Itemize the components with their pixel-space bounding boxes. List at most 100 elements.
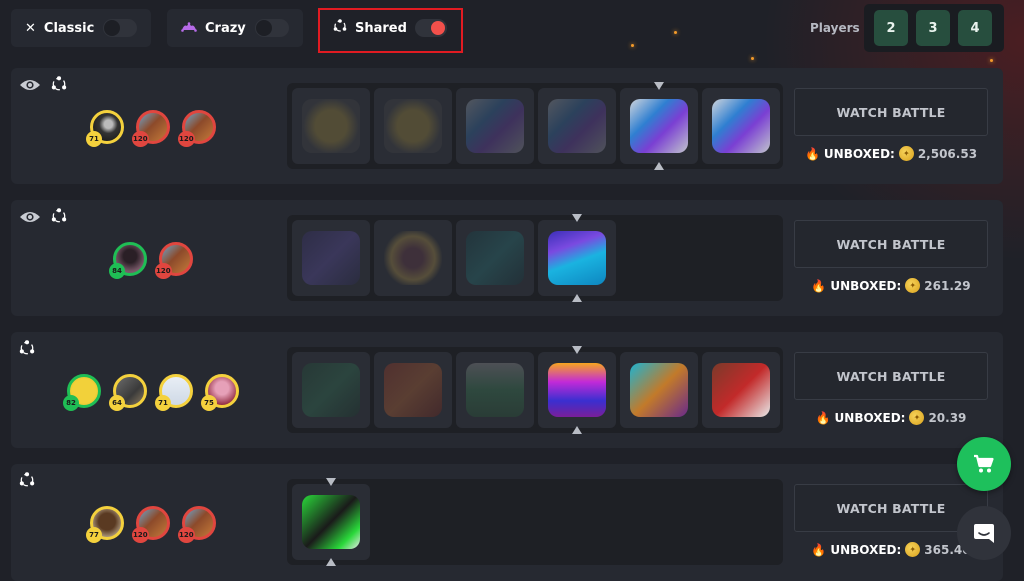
battle-row: 71 120 120 WATCH BATTLE 🔥 UNBOXED: ✦ 2,506.53 <box>11 68 1003 184</box>
battle-flags <box>19 76 67 96</box>
player-level-badge: 71 <box>155 395 171 411</box>
coin-icon: ✦ <box>905 278 921 293</box>
shared-icon <box>19 340 35 360</box>
player-avatar[interactable]: 120 <box>178 506 216 543</box>
filter-label: Classic <box>43 20 95 36</box>
classic-toggle[interactable] <box>103 19 137 37</box>
filter-crazy[interactable]: Crazy <box>167 9 303 47</box>
case-image <box>384 231 442 285</box>
watch-battle-button[interactable]: WATCH BATTLE <box>794 88 988 136</box>
coin-icon: ✦ <box>898 146 914 161</box>
fire-icon: 🔥 <box>815 410 831 425</box>
unboxed-total: 🔥 UNBOXED: ✦ 261.29 <box>794 278 988 293</box>
player-level-badge: 120 <box>155 263 172 279</box>
crazy-toggle[interactable] <box>255 19 289 37</box>
player-avatar[interactable]: 120 <box>132 110 170 147</box>
case-item-fishing-knife-case[interactable] <box>620 352 698 428</box>
fire-icon: 🔥 <box>811 542 827 557</box>
player-avatars: 82 64 71 75 <box>63 374 239 411</box>
player-avatar[interactable]: 120 <box>155 242 193 279</box>
player-level-badge: 120 <box>132 131 149 147</box>
player-avatar[interactable]: 77 <box>86 506 124 543</box>
case-image <box>548 99 606 153</box>
case-strip <box>287 82 783 170</box>
player-avatar[interactable]: 84 <box>109 242 147 279</box>
case-item-retrowave-case[interactable] <box>538 352 616 428</box>
player-avatar[interactable]: 120 <box>132 506 170 543</box>
case-image <box>302 495 360 549</box>
case-strip <box>287 346 783 434</box>
current-case-pointer-top <box>654 82 664 90</box>
case-item-coin-bonus-case[interactable] <box>374 220 452 296</box>
case-image <box>384 99 442 153</box>
case-item-1pg-green-jaw-case[interactable] <box>292 484 370 560</box>
cart-button[interactable] <box>957 437 1011 491</box>
player-avatar[interactable]: 82 <box>63 374 101 411</box>
shared-toggle[interactable] <box>414 19 447 37</box>
battle-row: 82 64 71 75 WATCH BATTLE 🔥 UNBOXED: ✦ 20.39 <box>11 332 1003 448</box>
player-level-badge: 71 <box>86 131 102 147</box>
unboxed-label: UNBOXED: <box>834 410 906 425</box>
player-level-badge: 75 <box>201 395 217 411</box>
player-avatar[interactable]: 75 <box>201 374 239 411</box>
battle-flags <box>19 472 35 492</box>
current-case-pointer-top <box>572 214 582 222</box>
player-level-badge: 120 <box>178 131 195 147</box>
player-avatars: 77 120 120 <box>86 506 216 543</box>
player-avatar[interactable]: 71 <box>86 110 124 147</box>
case-image <box>466 99 524 153</box>
players-2-button[interactable]: 2 <box>874 10 908 46</box>
chat-button[interactable] <box>957 506 1011 560</box>
case-item-gold-target-case[interactable] <box>374 88 452 164</box>
shared-icon <box>19 472 35 492</box>
filter-shared[interactable]: Shared <box>319 9 461 47</box>
filter-label: Crazy <box>205 20 246 36</box>
case-item-teal-pixel-case[interactable] <box>456 220 534 296</box>
case-image <box>302 99 360 153</box>
unboxed-value: 20.39 <box>928 410 967 425</box>
player-avatar[interactable]: 120 <box>178 110 216 147</box>
mode-filters: ✕ Classic Crazy Shared <box>11 8 463 53</box>
ember-particle <box>674 31 677 34</box>
eye-icon <box>19 209 41 228</box>
player-level-badge: 82 <box>63 395 79 411</box>
players-label: Players <box>810 21 860 35</box>
case-strip <box>287 214 783 302</box>
case-item-gloves-skulls-case[interactable] <box>702 352 780 428</box>
case-item-robot-glove-case[interactable] <box>456 88 534 164</box>
case-image <box>548 363 606 417</box>
case-item-fire-knife-case[interactable] <box>374 352 452 428</box>
players-3-button[interactable]: 3 <box>916 10 950 46</box>
case-item-green-rifle-case[interactable] <box>292 352 370 428</box>
player-avatars: 71 120 120 <box>86 110 216 147</box>
players-4-button[interactable]: 4 <box>958 10 992 46</box>
case-item-gold-target-case[interactable] <box>292 88 370 164</box>
player-avatar[interactable]: 64 <box>109 374 147 411</box>
unboxed-label: UNBOXED: <box>830 278 902 293</box>
case-item-robot-glove-case[interactable] <box>702 88 780 164</box>
player-level-badge: 120 <box>132 527 149 543</box>
case-item-karambit-case[interactable] <box>538 220 616 296</box>
case-item-robot-glove-case[interactable] <box>538 88 616 164</box>
current-case-pointer-bottom <box>572 426 582 434</box>
case-item-wireframe-case[interactable] <box>292 220 370 296</box>
player-avatars: 84 120 <box>109 242 193 279</box>
filter-classic[interactable]: ✕ Classic <box>11 9 151 47</box>
case-image <box>302 363 360 417</box>
watch-battle-button[interactable]: WATCH BATTLE <box>794 352 988 400</box>
players-selector: 2 3 4 <box>864 4 1004 52</box>
shared-icon <box>51 76 67 96</box>
player-level-badge: 120 <box>178 527 195 543</box>
fire-icon: 🔥 <box>811 278 827 293</box>
shared-icon <box>51 208 67 228</box>
current-case-pointer-top <box>326 478 336 486</box>
case-item-robot-glove-case[interactable] <box>620 88 698 164</box>
cart-icon <box>974 454 994 473</box>
watch-battle-button[interactable]: WATCH BATTLE <box>794 220 988 268</box>
player-level-badge: 77 <box>86 527 102 543</box>
unboxed-value: 2,506.53 <box>917 146 978 161</box>
case-image <box>712 99 770 153</box>
player-avatar[interactable]: 71 <box>155 374 193 411</box>
case-image <box>384 363 442 417</box>
case-item-cloud-grass-case[interactable] <box>456 352 534 428</box>
